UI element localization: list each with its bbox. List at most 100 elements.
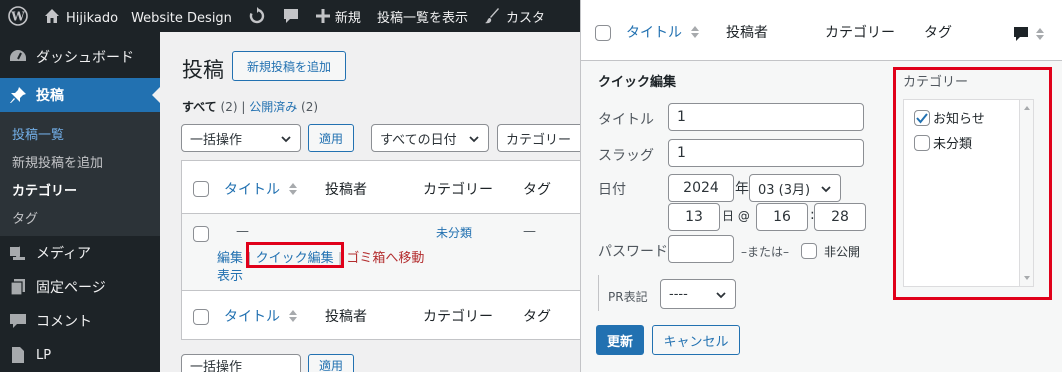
customize-link[interactable]: カスタ — [476, 0, 553, 32]
view-all[interactable]: すべて — [182, 100, 217, 114]
or-label: –または– — [741, 245, 790, 259]
chevron-down-icon — [469, 136, 479, 143]
column-tag-bottom: タグ — [523, 309, 551, 325]
menu-dashboard[interactable]: ダッシュボード — [0, 40, 160, 74]
pr-label: PR表記 — [608, 290, 648, 304]
column-title-sort-bottom[interactable]: タイトル — [224, 306, 298, 326]
plus-icon — [315, 9, 330, 23]
column-category: カテゴリー — [423, 182, 493, 198]
header-author: 投稿者 — [726, 25, 768, 41]
edit-link[interactable]: 編集 — [217, 251, 243, 266]
chevron-down-icon — [716, 292, 726, 299]
page-icon — [8, 345, 28, 365]
bulk-action-select[interactable]: 一括操作 — [181, 124, 301, 152]
media-icon — [8, 243, 28, 263]
comment-icon — [1014, 27, 1028, 41]
sort-icon — [289, 310, 298, 322]
header-tag: タグ — [924, 25, 952, 41]
menu-pages[interactable]: 固定ページ — [0, 270, 160, 304]
comment-icon — [8, 311, 28, 331]
title-label: タイトル — [598, 112, 654, 128]
row-tag: — — [523, 224, 536, 239]
new-content-link[interactable]: 新規 — [308, 0, 369, 32]
cancel-button[interactable]: キャンセル — [652, 325, 740, 355]
view-published[interactable]: 公開済み — [249, 100, 297, 114]
menu-media[interactable]: メディア — [0, 236, 160, 270]
wordpress-logo-icon[interactable]: W — [0, 0, 36, 32]
category-highlight — [893, 67, 1052, 300]
pr-select[interactable]: ---- — [660, 279, 736, 309]
posts-table: タイトル 投稿者 カテゴリー タグ — 未分類 — 編集 | クイック編集 | … — [181, 160, 582, 290]
view-link[interactable]: 表示 — [217, 269, 243, 284]
title-input[interactable]: 1 — [668, 103, 864, 131]
private-checkbox[interactable] — [801, 243, 817, 259]
update-button[interactable]: 更新 — [596, 325, 644, 355]
header-checkbox[interactable] — [595, 25, 611, 41]
sort-icon — [691, 26, 700, 38]
updates-icon[interactable] — [240, 0, 274, 32]
admin-bar: W Hijikado Website Design 新規 投稿一覧を表示 カスタ — [0, 0, 580, 32]
sort-icon — [289, 183, 298, 195]
submenu-tags[interactable]: タグ — [0, 203, 160, 231]
site-name-link[interactable]: Hijikado Website Design — [36, 0, 240, 32]
submenu-all-posts[interactable]: 投稿一覧 — [0, 119, 160, 147]
year-input[interactable]: 2024 — [668, 174, 734, 202]
add-new-post-button[interactable]: 新規投稿を追加 — [232, 51, 346, 81]
site-name: Hijikado Website Design — [66, 10, 232, 26]
table-footer: タイトル 投稿者 カテゴリー タグ — [181, 290, 581, 340]
select-all-checkbox[interactable] — [193, 181, 209, 197]
status-views: すべて (2) | 公開済み (2) — [182, 100, 319, 114]
pin-icon — [8, 85, 28, 105]
chevron-down-icon — [821, 186, 831, 193]
table-row: — 未分類 — 編集 | クイック編集 | ゴミ箱へ移動 表示 — [182, 214, 582, 290]
view-posts-link[interactable]: 投稿一覧を表示 — [369, 0, 476, 32]
month-select[interactable]: 03 (3月) — [749, 174, 841, 202]
svg-text:W: W — [10, 10, 25, 24]
quick-edit-highlight — [246, 242, 344, 268]
category-filter-select[interactable]: カテゴリー — [497, 124, 587, 152]
row-title[interactable]: — — [236, 224, 249, 239]
posts-main: 投稿 新規投稿を追加 すべて (2) | 公開済み (2) 一括操作 適用 すべ… — [160, 32, 587, 372]
submenu-add-new[interactable]: 新規投稿を追加 — [0, 147, 160, 175]
column-author: 投稿者 — [325, 182, 367, 198]
minute-input[interactable]: 28 — [814, 203, 866, 231]
column-category-bottom: カテゴリー — [423, 309, 493, 325]
slug-input[interactable]: 1 — [668, 139, 864, 167]
column-tag: タグ — [523, 182, 551, 198]
chevron-down-icon — [281, 136, 291, 143]
submenu-categories[interactable]: カテゴリー — [0, 175, 160, 203]
row-category-link[interactable]: 未分類 — [436, 224, 472, 241]
trash-link[interactable]: ゴミ箱へ移動 — [346, 251, 424, 266]
sort-icon — [1036, 28, 1044, 40]
row-checkbox[interactable] — [193, 226, 209, 242]
quick-edit-panel: タイトル 投稿者 カテゴリー タグ クイック編集 タイトル 1 スラッグ 1 日… — [580, 0, 1062, 372]
menu-lp[interactable]: LP — [0, 338, 160, 372]
apply-button-bottom[interactable]: 適用 — [308, 354, 354, 372]
hour-input[interactable]: 16 — [756, 203, 808, 231]
bulk-action-select-bottom[interactable]: 一括操作 — [181, 354, 301, 372]
private-label: 非公開 — [824, 245, 861, 259]
apply-button[interactable]: 適用 — [308, 124, 354, 152]
password-label: パスワード — [598, 244, 668, 260]
quick-edit-heading: クイック編集 — [598, 75, 677, 90]
panel-table-header: タイトル 投稿者 カテゴリー タグ — [581, 0, 1062, 61]
comments-icon[interactable] — [274, 0, 308, 32]
column-title-sort[interactable]: タイトル — [224, 179, 298, 199]
password-input[interactable] — [668, 235, 734, 263]
slug-label: スラッグ — [598, 148, 654, 164]
brush-icon — [484, 8, 499, 24]
day-input[interactable]: 13 — [668, 203, 720, 231]
menu-comments[interactable]: コメント — [0, 304, 160, 338]
admin-sidebar: ダッシュボード 投稿 投稿一覧 新規投稿を追加 カテゴリー タグ メディア 固定… — [0, 32, 160, 372]
column-author-bottom: 投稿者 — [325, 309, 367, 325]
posts-submenu: 投稿一覧 新規投稿を追加 カテゴリー タグ — [0, 112, 160, 236]
page-title: 投稿 — [182, 58, 224, 82]
select-all-checkbox-bottom[interactable] — [193, 309, 209, 325]
view-link-wrap: 表示 — [217, 265, 243, 284]
header-title-sort[interactable]: タイトル — [626, 22, 700, 42]
date-filter-select[interactable]: すべての日付 — [371, 124, 489, 152]
dashboard-icon — [8, 47, 28, 67]
menu-posts[interactable]: 投稿 — [0, 78, 160, 112]
header-category: カテゴリー — [825, 25, 895, 41]
date-label: 日付 — [598, 182, 626, 198]
